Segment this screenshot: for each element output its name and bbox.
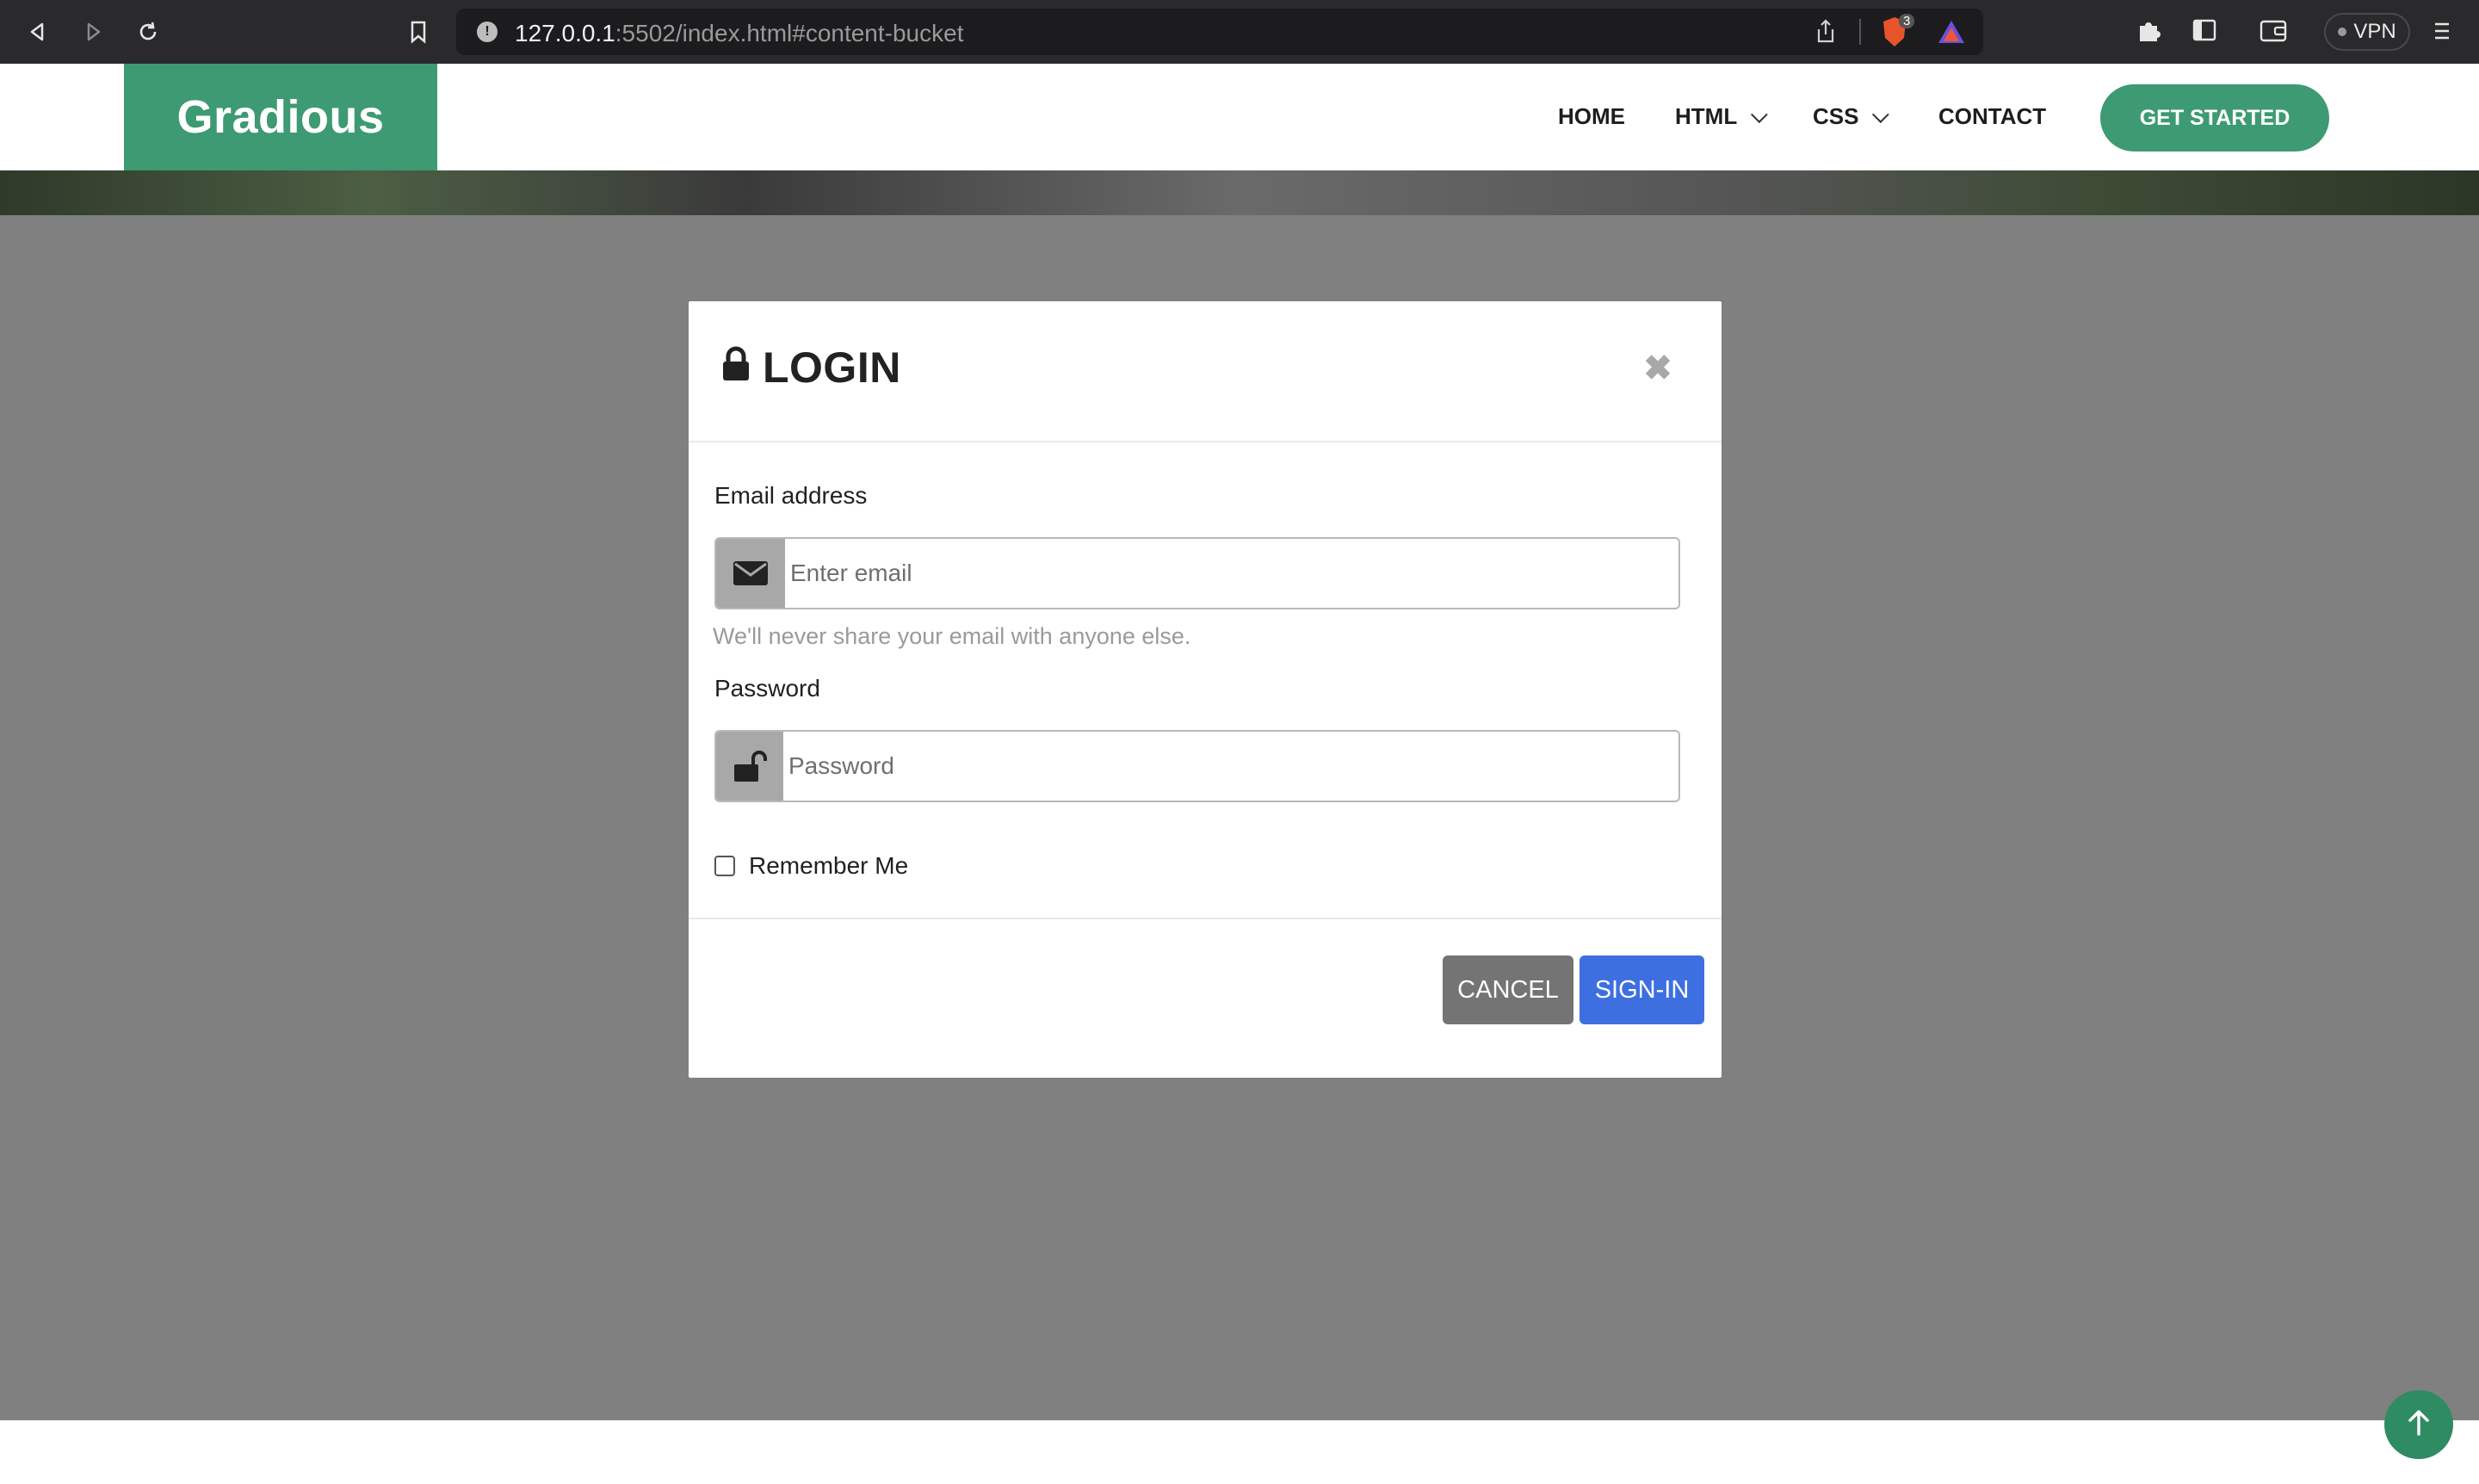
- remember-label: Remember Me: [749, 852, 909, 879]
- sign-in-button[interactable]: SIGN-IN: [1580, 955, 1704, 1024]
- brave-shield-icon[interactable]: 3: [1880, 14, 1915, 48]
- url-host: 127.0.0.1: [515, 20, 615, 46]
- reload-icon[interactable]: [131, 15, 165, 49]
- wallet-icon[interactable]: [2259, 17, 2288, 47]
- envelope-icon: [716, 539, 785, 608]
- menu-icon[interactable]: [2433, 19, 2451, 47]
- extensions-icon[interactable]: [2135, 15, 2164, 49]
- nav-contact[interactable]: CONTACT: [1938, 103, 2046, 130]
- nav-home-label: HOME: [1558, 103, 1625, 129]
- address-bar[interactable]: ! 127.0.0.1:5502/index.html#content-buck…: [456, 9, 1983, 55]
- url-path: :5502/index.html#content-bucket: [615, 20, 964, 46]
- nav-html-label: HTML: [1675, 103, 1738, 129]
- arrow-up-icon: [2404, 1408, 2433, 1442]
- email-help-text: We'll never share your email with anyone…: [713, 623, 1191, 649]
- nav-contact-label: CONTACT: [1938, 103, 2047, 129]
- page-root: ! 127.0.0.1:5502/index.html#content-buck…: [0, 0, 2479, 1484]
- password-field[interactable]: [783, 732, 1678, 801]
- modal-title-text: LOGIN: [763, 343, 901, 392]
- remember-checkbox[interactable]: [714, 856, 735, 876]
- nav-html[interactable]: HTML: [1675, 103, 1768, 130]
- cancel-button[interactable]: CANCEL: [1443, 955, 1573, 1024]
- unlock-icon: [716, 732, 783, 801]
- password-label: Password: [714, 675, 820, 702]
- chevron-down-icon: [1751, 105, 1768, 123]
- browser-toolbar: ! 127.0.0.1:5502/index.html#content-buck…: [0, 0, 2479, 64]
- modal-title: LOGIN: [721, 343, 901, 393]
- bookmark-icon[interactable]: [401, 15, 436, 49]
- brave-badge: 3: [1899, 14, 1915, 28]
- vpn-label: VPN: [2353, 20, 2396, 43]
- modal-header: LOGIN ✖: [689, 301, 1722, 442]
- nav-css[interactable]: CSS: [1813, 103, 1890, 130]
- divider: [1859, 19, 1861, 45]
- email-label: Email address: [714, 482, 868, 509]
- url-text: 127.0.0.1:5502/index.html#content-bucket: [515, 20, 963, 47]
- hero-image-strip: [0, 170, 2479, 215]
- back-icon[interactable]: [21, 15, 55, 49]
- password-input-group: [714, 730, 1680, 802]
- brave-rewards-icon[interactable]: [1937, 19, 1966, 49]
- lock-icon: [721, 343, 751, 393]
- info-icon[interactable]: !: [477, 22, 498, 42]
- site-header: Gradious HOME HTML CSS CONTACT GET START…: [0, 64, 2479, 170]
- logo[interactable]: Gradious: [124, 64, 437, 170]
- modal-footer-divider: [689, 918, 1722, 919]
- vpn-status-dot: [2338, 28, 2347, 36]
- vpn-button[interactable]: VPN: [2324, 13, 2410, 51]
- forward-icon[interactable]: [76, 15, 110, 49]
- logo-text: Gradious: [176, 91, 385, 143]
- email-input-group: [714, 537, 1680, 609]
- remember-me[interactable]: Remember Me: [714, 852, 908, 880]
- share-icon[interactable]: [1814, 19, 1837, 49]
- nav-css-label: CSS: [1813, 103, 1859, 129]
- chevron-down-icon: [1872, 105, 1890, 123]
- sidebar-toggle-icon[interactable]: [2192, 17, 2217, 47]
- close-icon[interactable]: ✖: [1642, 349, 1673, 387]
- login-modal: LOGIN ✖ Email address We'll never share …: [689, 301, 1722, 1078]
- page-footer-area: [0, 1420, 2479, 1484]
- get-started-button[interactable]: GET STARTED: [2100, 84, 2329, 151]
- scroll-to-top-button[interactable]: [2384, 1390, 2453, 1459]
- nav-home[interactable]: HOME: [1558, 103, 1625, 130]
- email-field[interactable]: [785, 539, 1678, 608]
